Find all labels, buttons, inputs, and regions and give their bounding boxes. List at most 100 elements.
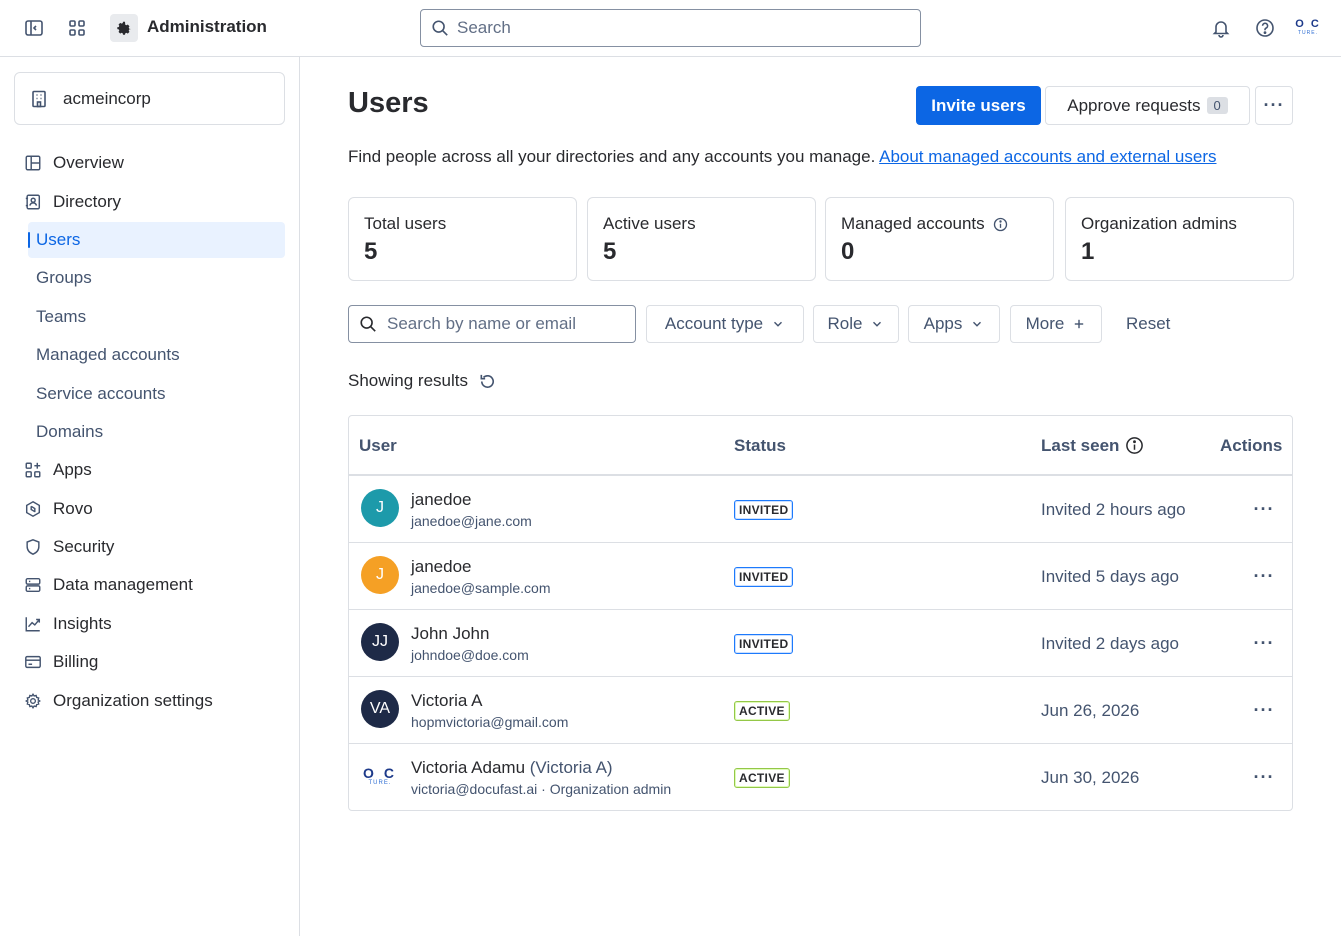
logo-line2: TURE. [368,779,392,786]
approve-requests-label: Approve requests [1067,95,1201,115]
sidebar-item-data-management[interactable]: Data management [14,567,285,603]
filter-label: Account type [664,314,764,333]
row-actions-button[interactable]: ··· [1247,697,1281,723]
sidebar-item-apps[interactable]: Apps [14,452,285,488]
sidebar-subitem-managed-accounts[interactable]: Managed accounts [28,337,285,373]
table-row[interactable]: VA Victoria A hopmvictoria@gmail.com ACT… [349,677,1292,744]
invite-users-button[interactable]: Invite users [916,86,1041,125]
database-icon [23,575,43,595]
global-search-input[interactable] [457,18,897,38]
info-icon[interactable] [993,217,1008,232]
last-seen: Invited 2 hours ago [1041,500,1186,519]
logo-line2: TURE. [1298,30,1318,36]
user-email: hopmvictoria@gmail.com [411,714,569,730]
status-badge: INVITED [734,567,794,587]
row-actions-button[interactable]: ··· [1247,630,1281,656]
column-header-user[interactable]: User [359,416,397,475]
user-name-wrapper[interactable]: Victoria Adamu (Victoria A) [411,758,613,778]
building-icon [29,89,49,109]
bell-icon[interactable] [1207,14,1235,42]
sidebar-subitem-label: Managed accounts [36,345,180,364]
sidebar-subitem-domains[interactable]: Domains [28,414,285,450]
sidebar-toggle-icon[interactable] [20,14,48,42]
approve-requests-button[interactable]: Approve requests 0 [1045,86,1250,125]
refresh-icon[interactable] [478,372,497,391]
user-email: johndoe@doe.com [411,647,529,663]
row-actions-button[interactable]: ··· [1247,563,1281,589]
sidebar-subitem-teams[interactable]: Teams [28,299,285,335]
profile-avatar[interactable]: O C TURE. [1293,18,1323,40]
account-type-filter[interactable]: Account type [646,305,804,343]
top-bar: Administration O C TURE. [0,0,1341,57]
table-row[interactable]: O C TURE. Victoria Adamu (Victoria A) vi… [349,744,1292,811]
shield-icon [23,537,43,557]
last-seen: Jun 30, 2026 [1041,768,1140,787]
table-row[interactable]: J janedoe janedoe@sample.com INVITED Inv… [349,543,1292,610]
global-search[interactable] [420,9,921,47]
user-name: Victoria Adamu [411,758,526,777]
more-filters-button[interactable]: More [1010,305,1102,343]
directory-icon [23,192,43,212]
chevron-down-icon [870,317,884,331]
sidebar-subitem-service-accounts[interactable]: Service accounts [28,376,285,412]
filter-label: More [1025,314,1065,333]
user-email: janedoe@jane.com [411,513,532,529]
sidebar-item-billing[interactable]: Billing [14,644,285,680]
user-search-input[interactable] [387,314,627,334]
info-icon[interactable] [1125,436,1144,455]
gear-icon[interactable] [110,14,138,42]
credit-card-icon [23,652,43,672]
status-badge: ACTIVE [734,768,790,788]
user-name[interactable]: janedoe [411,557,472,577]
apps-filter[interactable]: Apps [908,305,1000,343]
sidebar-item-security[interactable]: Security [14,529,285,565]
column-header-status[interactable]: Status [734,416,786,475]
sidebar-item-label: Rovo [53,499,93,518]
gear-icon [23,691,43,711]
role-filter[interactable]: Role [813,305,899,343]
row-actions-button[interactable]: ··· [1247,496,1281,522]
table-row[interactable]: JJ John John johndoe@doe.com INVITED Inv… [349,610,1292,677]
stat-managed-accounts: Managed accounts 0 [825,197,1054,281]
sidebar-item-directory[interactable]: Directory [14,184,285,220]
more-actions-button[interactable]: ··· [1255,86,1293,125]
sidebar-item-overview[interactable]: Overview [14,145,285,181]
app-switcher-icon[interactable] [63,14,91,42]
sidebar-item-organization-settings[interactable]: Organization settings [14,683,285,719]
last-seen-label: Last seen [1041,435,1120,455]
user-alt-name: (Victoria A) [529,758,613,777]
user-name[interactable]: John John [411,624,489,644]
user-search[interactable] [348,305,636,343]
users-table: User Status Last seen Actions J janedoe … [348,415,1293,811]
approve-requests-count: 0 [1206,97,1228,114]
column-header-last-seen[interactable]: Last seen [1041,416,1144,475]
user-email: victoria@docufast.ai · Organization admi… [411,781,672,797]
table-row[interactable]: J janedoe janedoe@jane.com INVITED Invit… [349,476,1292,543]
stat-value: 1 [1081,238,1095,265]
chevron-down-icon [771,317,785,331]
sidebar-subitem-groups[interactable]: Groups [28,260,285,296]
stat-label-row: Managed accounts [841,214,1038,234]
managed-accounts-link[interactable]: About managed accounts and external user… [879,147,1216,166]
sidebar-item-label: Directory [53,192,122,211]
sidebar-subitem-users[interactable]: Users [28,222,285,258]
stat-label: Active users [603,214,696,233]
overview-icon [23,153,43,173]
help-icon[interactable] [1251,14,1279,42]
stat-value: 0 [841,238,855,265]
sidebar-item-rovo[interactable]: Rovo [14,491,285,527]
org-switcher[interactable]: acmeincorp [14,72,285,125]
description-text: Find people across all your directories … [348,147,876,166]
user-name[interactable]: Victoria A [411,691,483,711]
stat-active-users: Active users 5 [587,197,816,281]
last-seen: Invited 5 days ago [1041,567,1179,586]
chevron-down-icon [970,317,984,331]
sidebar-item-insights[interactable]: Insights [14,606,285,642]
sidebar-subitem-label: Groups [36,268,92,287]
avatar: VA [361,690,399,728]
reset-filters-button[interactable]: Reset [1118,305,1178,343]
stat-total-users: Total users 5 [348,197,577,281]
row-actions-button[interactable]: ··· [1247,764,1281,790]
filter-label: Apps [923,314,963,333]
user-name[interactable]: janedoe [411,490,472,510]
